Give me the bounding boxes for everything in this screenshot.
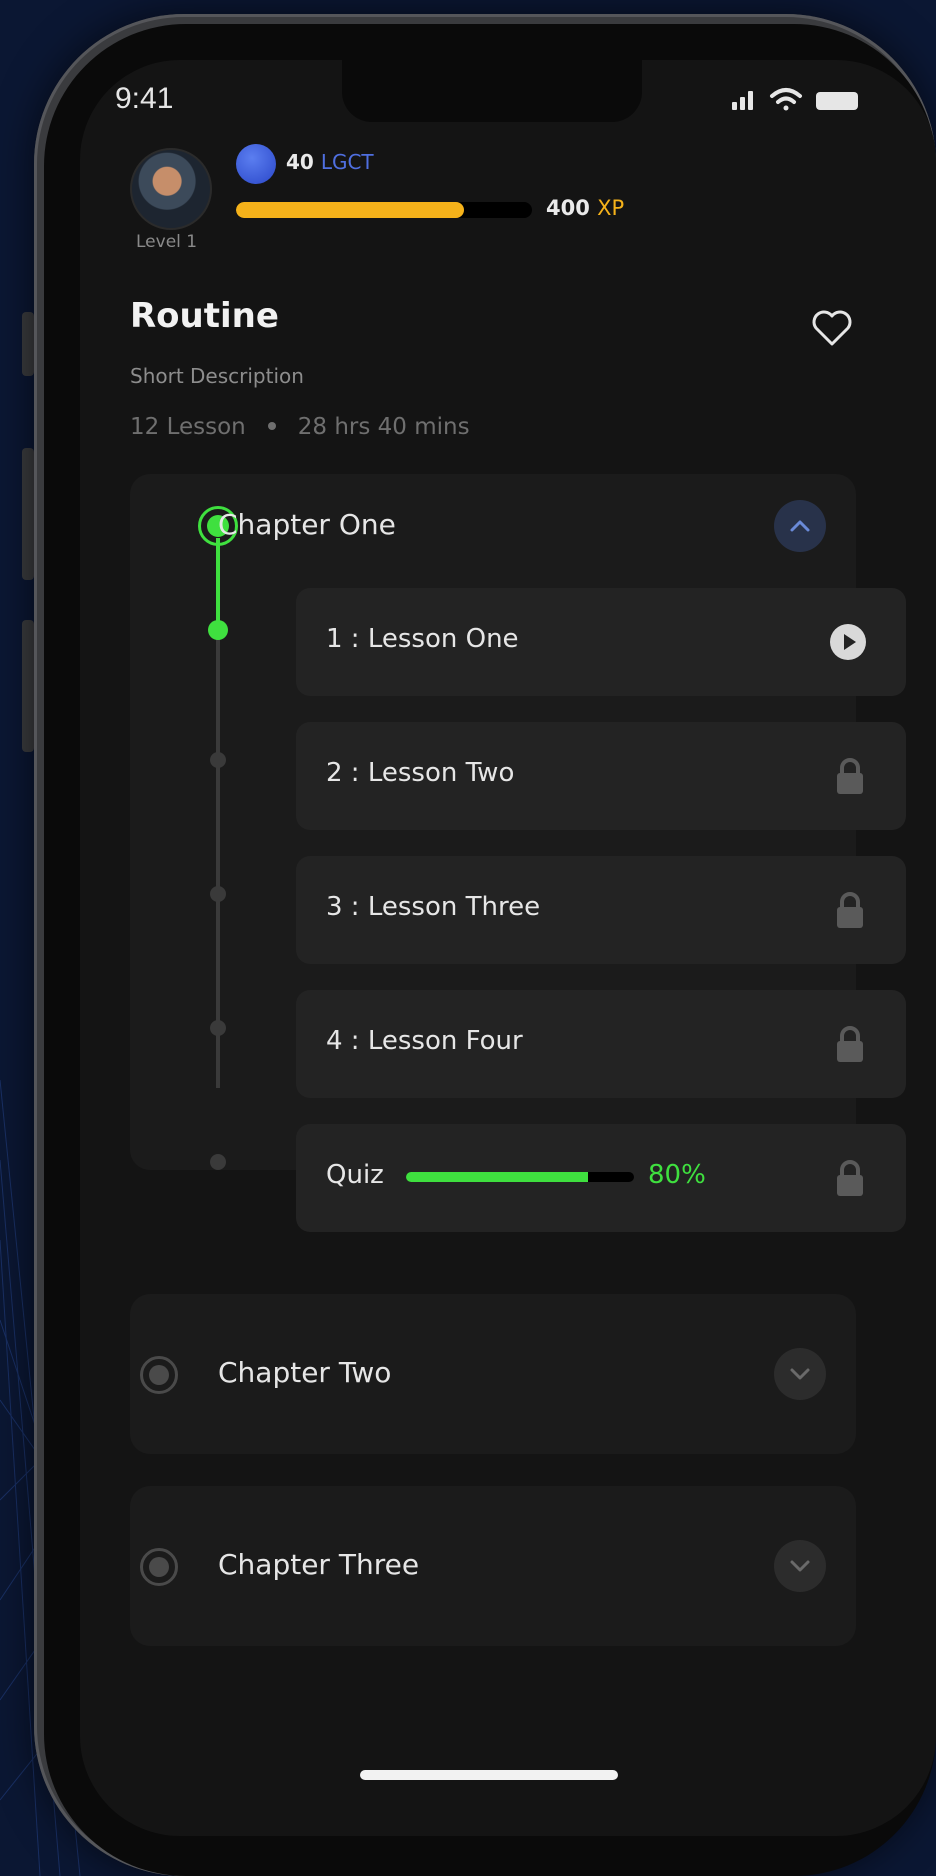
chevron-down-icon xyxy=(790,1560,810,1572)
home-indicator[interactable] xyxy=(360,1770,618,1780)
chapter-three-node xyxy=(140,1548,178,1586)
token-amount: 40 xyxy=(286,150,314,174)
token-balance: 40 LGCT xyxy=(286,150,374,174)
lock-icon xyxy=(837,892,863,928)
progress-dot xyxy=(210,1020,226,1036)
play-icon[interactable] xyxy=(830,624,866,660)
course-duration: 28 hrs 40 mins xyxy=(297,414,470,440)
wifi-icon xyxy=(770,88,802,111)
app-screen: 9:41 Level 1 40 LGCT 400 XP Routine Shor… xyxy=(80,60,936,1836)
chapter-three-expand-button[interactable] xyxy=(774,1540,826,1592)
volume-down-button xyxy=(22,620,34,752)
progress-dot xyxy=(210,1154,226,1170)
xp-unit: XP xyxy=(597,196,625,220)
page-title: Routine xyxy=(130,296,279,336)
lesson-row[interactable]: 1 : Lesson One xyxy=(296,588,906,696)
lock-icon xyxy=(837,1026,863,1062)
progress-line-pending xyxy=(216,626,220,1088)
chapter-one-collapse-button[interactable] xyxy=(774,500,826,552)
lesson-count: 12 Lesson xyxy=(130,414,246,440)
xp-total: 400 XP xyxy=(546,196,624,220)
course-description: Short Description xyxy=(130,364,304,388)
quiz-progress-bar xyxy=(406,1172,634,1182)
mute-switch xyxy=(22,312,34,376)
course-meta: 12 Lesson 28 hrs 40 mins xyxy=(130,414,470,440)
xp-progress-bar xyxy=(236,202,532,218)
coin-icon xyxy=(236,144,276,184)
quiz-progress-text: 80% xyxy=(648,1160,706,1190)
progress-line-complete xyxy=(216,538,220,626)
lesson-label: 1 : Lesson One xyxy=(326,624,519,654)
heart-icon[interactable] xyxy=(810,308,854,348)
separator-dot xyxy=(267,421,276,430)
progress-dot xyxy=(210,886,226,902)
battery-icon xyxy=(816,92,858,110)
chevron-down-icon xyxy=(790,1368,810,1380)
xp-amount: 400 xyxy=(546,196,590,220)
lesson-label: 4 : Lesson Four xyxy=(326,1026,523,1056)
lesson-row[interactable]: 4 : Lesson Four xyxy=(296,990,906,1098)
signal-icon xyxy=(732,91,753,110)
progress-dot-current xyxy=(208,620,228,640)
lesson-row[interactable]: 3 : Lesson Three xyxy=(296,856,906,964)
volume-up-button xyxy=(22,448,34,580)
quiz-row[interactable]: Quiz 80% xyxy=(296,1124,906,1232)
status-icons xyxy=(732,88,858,111)
lock-icon xyxy=(837,1160,863,1196)
lesson-label: 3 : Lesson Three xyxy=(326,892,541,922)
chevron-up-icon xyxy=(790,520,810,532)
status-time: 9:41 xyxy=(115,82,174,115)
chapter-two-title[interactable]: Chapter Two xyxy=(218,1356,391,1389)
lesson-label: 2 : Lesson Two xyxy=(326,758,515,788)
chapter-two-node xyxy=(140,1356,178,1394)
xp-progress-fill xyxy=(236,202,464,218)
lock-icon xyxy=(837,758,863,794)
chapter-three-title[interactable]: Chapter Three xyxy=(218,1548,419,1581)
avatar[interactable] xyxy=(130,148,212,230)
level-label: Level 1 xyxy=(136,232,198,252)
progress-dot xyxy=(210,752,226,768)
quiz-label: Quiz xyxy=(326,1160,384,1190)
lesson-row[interactable]: 2 : Lesson Two xyxy=(296,722,906,830)
quiz-progress-fill xyxy=(406,1172,589,1182)
token-unit: LGCT xyxy=(320,150,374,174)
chapter-two-expand-button[interactable] xyxy=(774,1348,826,1400)
notch xyxy=(342,60,642,122)
chapter-one-title[interactable]: Chapter One xyxy=(218,508,396,541)
